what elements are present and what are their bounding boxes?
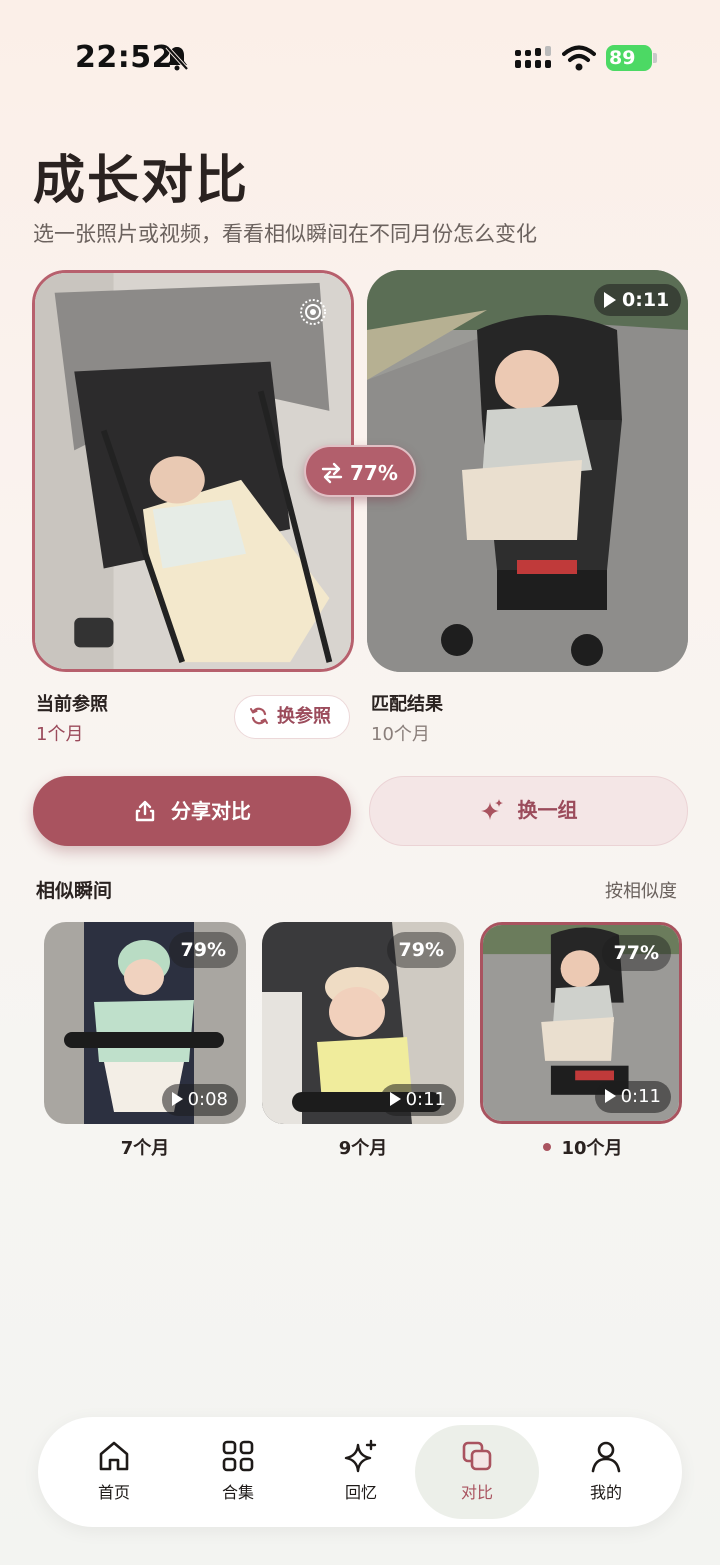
reference-label: 当前参照 bbox=[36, 694, 108, 715]
signal-icon bbox=[515, 46, 551, 68]
swap-arrows-icon bbox=[321, 462, 343, 484]
similar-thumb-selected[interactable]: 77% 0:11 bbox=[480, 922, 682, 1124]
home-icon bbox=[99, 1441, 129, 1471]
similar-section-title: 相似瞬间 bbox=[36, 880, 113, 902]
thumb-age-text: 10个月 bbox=[561, 1138, 623, 1159]
thumb-similarity: 77% bbox=[601, 935, 671, 971]
thumb-age: 7个月 bbox=[120, 1138, 170, 1159]
play-icon bbox=[604, 292, 616, 308]
status-time: 22:52 bbox=[75, 40, 173, 75]
compare-icon bbox=[462, 1441, 492, 1471]
thumb-duration: 0:11 bbox=[594, 1081, 671, 1113]
similar-thumb[interactable]: 79% 0:11 bbox=[262, 922, 464, 1124]
tab-label: 回忆 bbox=[344, 1483, 377, 1502]
match-label: 匹配结果 bbox=[371, 694, 443, 715]
thumb-similarity: 79% bbox=[168, 932, 238, 968]
tab-label: 我的 bbox=[589, 1483, 622, 1502]
page-subtitle: 选一张照片或视频，看看相似瞬间在不同月份怎么变化 bbox=[33, 222, 537, 246]
match-duration: 0:11 bbox=[594, 284, 682, 316]
bottom-tab-bar: 首页 合集 回忆 对比 我的 bbox=[38, 1417, 682, 1527]
play-icon bbox=[604, 1089, 616, 1103]
share-compare-button[interactable]: 分享对比 bbox=[33, 776, 351, 846]
page-title: 成长对比 bbox=[33, 151, 250, 211]
sparkle-icon bbox=[480, 799, 503, 820]
bell-muted-icon bbox=[165, 45, 189, 71]
tab-profile[interactable]: 我的 bbox=[544, 1425, 668, 1519]
selected-dot bbox=[543, 1143, 552, 1151]
similarity-value: 77% bbox=[350, 461, 398, 485]
change-reference-button[interactable]: 换参照 bbox=[234, 695, 350, 739]
tab-home[interactable]: 首页 bbox=[52, 1425, 176, 1519]
shuffle-group-label: 换一组 bbox=[517, 798, 578, 822]
thumb-duration-text: 0:11 bbox=[405, 1089, 446, 1110]
reference-age: 1个月 bbox=[36, 724, 84, 745]
thumb-age-selected: 10个月 bbox=[482, 1134, 684, 1160]
battery-indicator: 89 bbox=[606, 45, 658, 71]
wifi-icon bbox=[562, 45, 596, 71]
tab-collections[interactable]: 合集 bbox=[176, 1425, 300, 1519]
thumb-duration-text: 0:08 bbox=[187, 1089, 228, 1110]
sparkle-icon bbox=[344, 1439, 377, 1473]
tab-label: 首页 bbox=[97, 1483, 130, 1502]
thumb-duration-text: 0:11 bbox=[620, 1086, 661, 1107]
similarity-badge: 77% bbox=[304, 445, 416, 497]
match-duration-text: 0:11 bbox=[622, 289, 670, 311]
thumb-age: 9个月 bbox=[338, 1138, 388, 1159]
thumb-duration: 0:11 bbox=[379, 1084, 456, 1116]
live-photo-icon bbox=[300, 299, 326, 325]
tab-memories[interactable]: 回忆 bbox=[299, 1425, 423, 1519]
share-compare-label: 分享对比 bbox=[171, 799, 251, 823]
thumb-similarity: 79% bbox=[386, 932, 456, 968]
tab-compare[interactable]: 对比 bbox=[415, 1425, 539, 1519]
play-icon bbox=[171, 1092, 183, 1106]
status-bar: 22:52 89 bbox=[0, 0, 720, 110]
person-icon bbox=[591, 1441, 621, 1473]
change-reference-label: 换参照 bbox=[277, 706, 331, 727]
sort-by-similarity[interactable]: 按相似度 bbox=[605, 877, 677, 903]
similar-thumb[interactable]: 79% 0:08 bbox=[44, 922, 246, 1124]
battery-nub bbox=[653, 53, 657, 63]
tab-label: 合集 bbox=[221, 1483, 254, 1502]
thumb-duration: 0:08 bbox=[161, 1084, 238, 1116]
tab-label: 对比 bbox=[460, 1483, 493, 1502]
grid-icon bbox=[222, 1440, 254, 1472]
play-icon bbox=[389, 1092, 401, 1106]
shuffle-group-button[interactable]: 换一组 bbox=[369, 776, 688, 846]
match-age: 10个月 bbox=[371, 724, 430, 745]
battery-level: 89 bbox=[606, 45, 652, 71]
refresh-icon bbox=[250, 707, 268, 725]
share-icon bbox=[135, 800, 155, 822]
